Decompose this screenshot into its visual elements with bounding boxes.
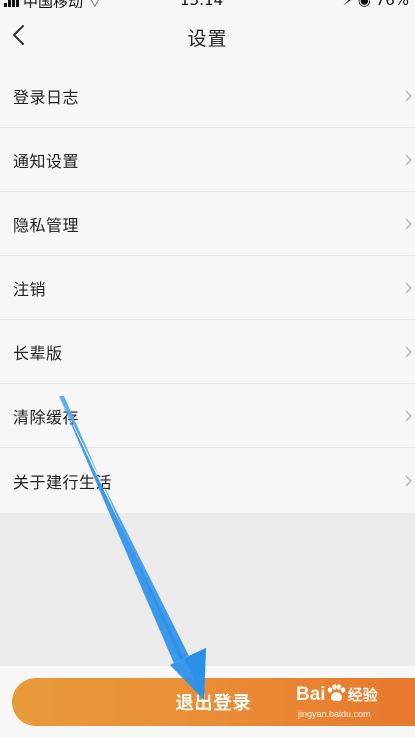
page-title: 设置 [187,28,228,50]
battery-label: 76% [376,0,409,8]
nav-bar: 设置 [0,8,415,64]
menu-item-privacy-management[interactable]: 隐私管理 [0,192,415,256]
menu-item-clear-cache[interactable]: 清除缓存 [0,384,415,448]
paw-icon [327,684,345,701]
status-right: ⚡ ◉ 76% [342,0,409,8]
menu-item-label: 登录日志 [13,87,80,107]
rotation-lock-icon: ◉ [358,0,371,8]
watermark-url: jingyan.baidu.com [298,709,371,719]
baidu-jingyan-watermark: Bai 经验 jingyan.baidu.com [296,684,411,724]
menu-item-notification-settings[interactable]: 通知设置 [0,128,415,192]
chevron-right-icon [403,345,413,359]
status-carrier: 中国移动 ⌔ [4,0,102,8]
menu-item-label: 关于建行生活 [13,472,113,492]
watermark-logo: Bai 经验 [296,684,378,706]
chevron-right-icon [403,474,413,488]
menu-item-elder-mode[interactable]: 长辈版 [0,320,415,384]
charging-icon: ⚡ [342,0,353,8]
menu-item-label: 隐私管理 [13,215,80,235]
wifi-icon: ⌔ [88,0,102,8]
chevron-right-icon [403,217,413,231]
chevron-right-icon [403,153,413,167]
settings-list: 登录日志 通知设置 隐私管理 注销 长辈版 清除缓存 关于建行生活 [0,64,415,513]
chevron-right-icon [403,409,413,423]
menu-item-login-log[interactable]: 登录日志 [0,64,415,128]
chevron-right-icon [403,281,413,295]
menu-item-label: 长辈版 [13,343,63,363]
menu-item-label: 清除缓存 [13,407,80,427]
menu-item-label: 通知设置 [13,151,80,171]
menu-item-deregister[interactable]: 注销 [0,256,415,320]
watermark-logo-left: Bai [296,684,326,705]
menu-item-about[interactable]: 关于建行生活 [0,448,415,513]
status-time: 13:14 [180,0,223,8]
menu-item-label: 注销 [13,279,47,299]
carrier-label: 中国移动 [23,0,83,8]
status-bar: 中国移动 ⌔ 13:14 ⚡ ◉ 76% [0,0,415,8]
chevron-right-icon [403,89,413,103]
signal-icon [4,0,20,8]
watermark-logo-right: 经验 [347,687,378,704]
